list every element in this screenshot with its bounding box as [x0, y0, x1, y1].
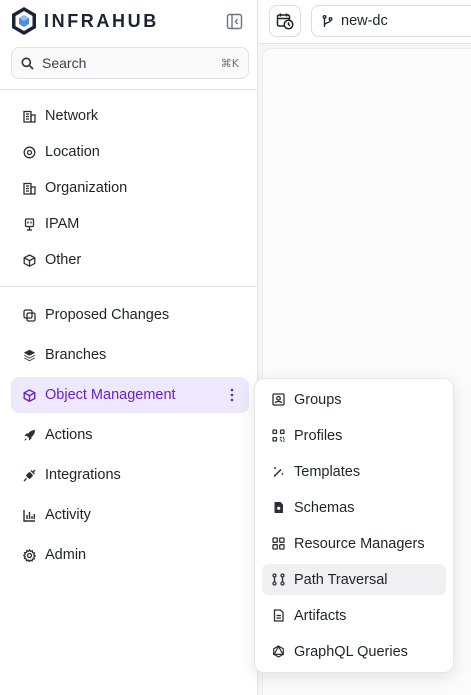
- nav-item-label: Activity: [45, 507, 91, 523]
- nav-item-integrations[interactable]: Integrations: [11, 457, 249, 493]
- sidebar-collapse-icon: [226, 13, 242, 29]
- nav-item-label: Organization: [45, 180, 128, 196]
- menu-item-label: Path Traversal: [294, 571, 388, 588]
- bar-chart-icon: [22, 508, 36, 522]
- nav-item-object-management[interactable]: Object Management: [11, 377, 249, 413]
- brand-logo[interactable]: INFRAHUB: [10, 5, 246, 37]
- nav-item-admin[interactable]: Admin: [11, 537, 249, 573]
- nav-item-activity[interactable]: Activity: [11, 497, 249, 533]
- search-input[interactable]: Search ⌘K: [11, 47, 249, 79]
- nav-item-location[interactable]: Location: [11, 134, 249, 170]
- nav-item-other[interactable]: Other: [11, 242, 249, 278]
- cube-icon: [22, 253, 36, 267]
- path-icon: [271, 573, 285, 587]
- menu-item-label: Schemas: [294, 499, 355, 516]
- search-shortcut: ⌘K: [220, 56, 239, 70]
- nav-item-label: Proposed Changes: [45, 307, 170, 323]
- document-icon: [271, 609, 285, 623]
- nav-item-actions[interactable]: Actions: [11, 417, 249, 453]
- nav-item-label: Object Management: [45, 387, 176, 403]
- menu-item-profiles[interactable]: Profiles: [262, 420, 446, 451]
- gear-icon: [22, 548, 36, 562]
- infrahub-logo-icon: [12, 7, 36, 35]
- rocket-icon: [22, 428, 36, 442]
- ethernet-icon: [22, 217, 36, 231]
- menu-item-label: Resource Managers: [294, 535, 425, 552]
- schema-file-icon: [271, 501, 285, 515]
- nav-item-organization[interactable]: Organization: [11, 170, 249, 206]
- building-icon: [22, 181, 36, 195]
- nav-item-branches[interactable]: Branches: [11, 337, 249, 373]
- menu-item-label: Artifacts: [294, 607, 347, 624]
- menu-item-templates[interactable]: Templates: [262, 456, 446, 487]
- layers-icon: [22, 348, 36, 362]
- collapse-sidebar-button[interactable]: [224, 11, 244, 31]
- kebab-menu-icon: [230, 388, 234, 402]
- nav-item-network[interactable]: Network: [11, 98, 249, 134]
- menu-item-label: Templates: [294, 463, 361, 480]
- graphql-icon: [271, 645, 285, 659]
- nav-item-label: Admin: [45, 547, 87, 563]
- nav-item-label: Actions: [45, 427, 93, 443]
- top-bar: new-dc: [259, 0, 471, 44]
- nav-item-label: Integrations: [45, 467, 121, 483]
- divider: [0, 286, 257, 287]
- menu-item-path-traversal[interactable]: Path Traversal: [262, 564, 446, 595]
- building-icon: [22, 109, 36, 123]
- search-label: Search: [42, 55, 87, 71]
- grid-icon: [271, 537, 285, 551]
- calendar-clock-icon: [276, 13, 294, 30]
- menu-item-groups[interactable]: Groups: [262, 384, 446, 415]
- nav-item-label: Branches: [45, 347, 107, 363]
- git-branch-icon: [322, 14, 333, 27]
- menu-item-graphql-queries[interactable]: GraphQL Queries: [262, 636, 446, 667]
- nav-item-label: Location: [45, 144, 100, 160]
- search-icon: [21, 57, 34, 70]
- profiles-icon: [271, 429, 285, 443]
- menu-item-resource-managers[interactable]: Resource Managers: [262, 528, 446, 559]
- more-options-button[interactable]: [229, 388, 235, 402]
- copy-icon: [22, 308, 36, 322]
- menu-item-label: Groups: [294, 391, 342, 408]
- nav-item-ipam[interactable]: IPAM: [11, 206, 249, 242]
- nav-item-label: IPAM: [45, 216, 80, 232]
- brand-name: INFRAHUB: [44, 10, 159, 31]
- cube-icon: [22, 388, 36, 402]
- nav-item-label: Other: [45, 252, 82, 268]
- plug-icon: [22, 468, 36, 482]
- divider: [0, 89, 257, 90]
- branch-selector[interactable]: new-dc: [311, 5, 471, 37]
- menu-item-artifacts[interactable]: Artifacts: [262, 600, 446, 631]
- group-icon: [271, 393, 285, 407]
- map-pin-icon: [22, 145, 36, 159]
- object-management-menu: Groups Profiles Templates Schemas Resour…: [254, 378, 454, 673]
- nav-item-proposed-changes[interactable]: Proposed Changes: [11, 297, 249, 333]
- menu-item-schemas[interactable]: Schemas: [262, 492, 446, 523]
- sidebar: INFRAHUB Search ⌘K Network Location Orga…: [0, 0, 258, 695]
- branch-name: new-dc: [341, 13, 388, 29]
- menu-item-label: GraphQL Queries: [294, 643, 408, 660]
- date-picker-button[interactable]: [269, 5, 301, 37]
- menu-item-label: Profiles: [294, 427, 343, 444]
- nav-item-label: Network: [45, 108, 99, 124]
- magic-wand-icon: [271, 465, 285, 479]
